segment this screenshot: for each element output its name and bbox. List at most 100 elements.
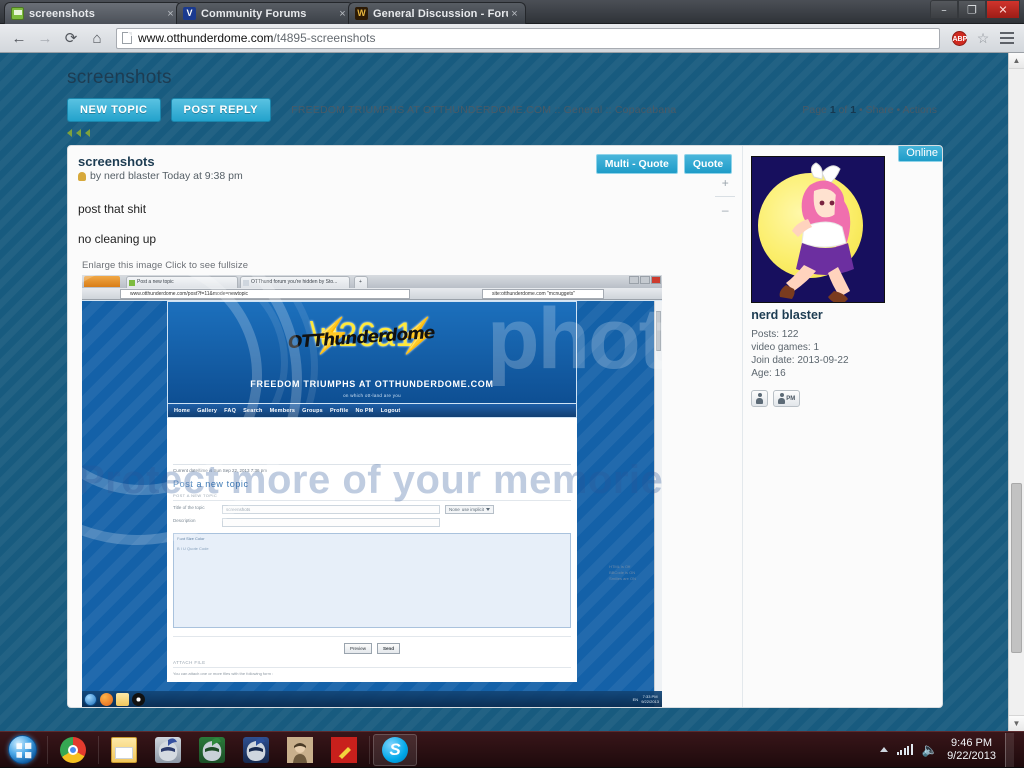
zoom-in-icon[interactable]: +	[712, 176, 738, 190]
inner-nav-logout: Logout	[380, 407, 401, 414]
tab-community-forums[interactable]: V Community Forums ×	[176, 2, 354, 24]
jump-arrows[interactable]	[63, 123, 947, 141]
avatar[interactable]	[751, 156, 886, 303]
inner-explorer-icon	[116, 692, 129, 706]
network-signal-icon[interactable]	[896, 744, 913, 755]
inner-nav-profile: Profile	[329, 407, 349, 414]
arrow-icon	[76, 129, 81, 137]
taskbar-item-game5[interactable]	[322, 733, 366, 767]
profile-buttons: PM	[751, 390, 934, 407]
chrome-browser-window: screenshots × V Community Forums × W Gen…	[0, 0, 1024, 731]
inner-tray-clock: 7:33 PM 9/22/2013	[641, 694, 659, 704]
windows-taskbar: S 🔈 9:46 PM 9/22/2013	[0, 731, 1024, 767]
skype-icon: S	[382, 736, 408, 763]
page-scrollbar[interactable]: ▲ ▼	[1008, 53, 1024, 731]
taskbar-item-game3[interactable]	[234, 733, 278, 767]
page-suffix[interactable]: • Share • Actions	[856, 104, 937, 116]
post-meta: by nerd blaster Today at 9:38 pm	[78, 170, 243, 182]
taskbar-clock[interactable]: 9:46 PM 9/22/2013	[947, 737, 996, 763]
zoom-out-icon[interactable]: –	[712, 203, 738, 217]
tab-general-discussion[interactable]: W General Discussion - Forum ×	[348, 2, 526, 24]
tab-screenshots[interactable]: screenshots ×	[4, 2, 182, 24]
post-subject: screenshots	[78, 154, 155, 169]
quote-button[interactable]: Quote	[683, 154, 733, 174]
inner-nav-members: Members	[269, 407, 296, 414]
window-maximize-button[interactable]: ❐	[958, 0, 986, 19]
helmet-glyph-icon	[246, 737, 266, 761]
inner-banner-subtitle: on which ott-land are you	[343, 393, 401, 398]
image-zoom-controls[interactable]: + –	[712, 176, 738, 217]
inner-nav-search: Search	[243, 407, 263, 414]
post-reply-button[interactable]: POST REPLY	[170, 98, 272, 122]
inner-tab-favicon-icon	[129, 279, 135, 286]
adblock-button[interactable]: ABP	[948, 27, 970, 49]
inner-message-editor: Font Size Color B I U Quote Code HTML is…	[173, 533, 636, 628]
system-tray: 🔈 9:46 PM 9/22/2013	[879, 732, 1024, 767]
post-line: post that shit	[78, 202, 147, 216]
taskbar-item-chrome[interactable]	[51, 733, 95, 767]
back-button[interactable]: ←	[6, 26, 32, 50]
inner-field-label: Description	[173, 518, 196, 523]
inner-field-row-description: Description	[173, 518, 571, 527]
bookmark-button[interactable]: ☆	[972, 27, 994, 49]
inner-tray-lang: EN	[632, 696, 639, 702]
window-close-button[interactable]: ✕	[986, 0, 1020, 19]
helmet-glyph-icon	[202, 737, 222, 761]
inner-restore-icon	[640, 276, 650, 284]
taskbar-item-skype[interactable]: S	[373, 733, 417, 766]
chevron-down-icon	[486, 508, 491, 511]
chrome-menu-button[interactable]	[996, 27, 1018, 49]
start-button[interactable]	[0, 734, 44, 766]
volume-icon[interactable]: 🔈	[922, 742, 938, 758]
inner-nav-home: Home	[174, 407, 191, 414]
inner-nav-faq: FAQ	[224, 407, 237, 414]
inner-search-bar: site:otthunderdome.com "mcnuggets"	[482, 289, 604, 299]
star-icon: ☆	[976, 29, 990, 46]
reload-button[interactable]: ⟳	[58, 26, 84, 50]
inner-submit-row: Preview Send	[173, 636, 571, 654]
arrow-icon	[67, 129, 72, 137]
scroll-down-arrow-icon[interactable]: ▼	[1009, 715, 1024, 731]
view-profile-button[interactable]	[751, 390, 769, 407]
window-minimize-button[interactable]: –	[930, 0, 958, 19]
reload-icon: ⟳	[64, 30, 78, 47]
forum-action-bar: NEW TOPIC POST REPLY FREEDOM TRIUMPHS AT…	[63, 97, 947, 123]
tab-close-icon[interactable]: ×	[508, 8, 521, 20]
send-pm-button[interactable]: PM	[773, 390, 801, 407]
inner-site-nav: Home Gallery FAQ Search Members Groups P…	[167, 404, 577, 418]
profile-join-date: Join date: 2013-09-22	[751, 355, 849, 366]
image-enlarge-caption[interactable]: Enlarge this image Click to see fullsize	[78, 254, 732, 275]
tab-strip: screenshots × V Community Forums × W Gen…	[0, 0, 1024, 24]
inner-smilies-state: Smilies are ON	[609, 576, 636, 581]
taskbar-item-game4[interactable]	[278, 733, 322, 767]
profile-posts: Posts: 122	[751, 329, 799, 340]
restore-icon: ❐	[967, 3, 977, 16]
multi-quote-button[interactable]: Multi - Quote	[595, 154, 678, 174]
show-desktop-button[interactable]	[1005, 732, 1014, 767]
inner-title-input: screenshots	[222, 505, 440, 514]
inner-datetime: Current date/time is Sun Sep 22, 2013 7:…	[173, 464, 571, 473]
home-button[interactable]: ⌂	[84, 26, 110, 50]
windows-start-orb-icon	[7, 735, 37, 764]
profile-username[interactable]: nerd blaster	[751, 308, 934, 322]
page-title: screenshots	[67, 67, 172, 88]
speech-bubble-favicon-icon	[11, 7, 24, 20]
address-bar[interactable]: www.otthunderdome.com /t4895-screenshots	[116, 27, 940, 49]
taskbar-item-game2[interactable]	[190, 733, 234, 767]
taskbar-item-game1[interactable]	[146, 733, 190, 767]
new-topic-button[interactable]: NEW TOPIC	[67, 98, 161, 122]
page-info: Page 1 of 1 • Share • Actions	[802, 104, 943, 116]
blue-helmet-icon	[243, 736, 269, 763]
inner-nav-groups: Groups	[302, 407, 323, 414]
inner-start-orb-icon	[84, 692, 97, 706]
breadcrumb[interactable]: FREEDOM TRIUMPHS AT OTTHUNDERDOME.COM ::…	[291, 104, 676, 116]
forward-button[interactable]: →	[32, 26, 58, 50]
scrollbar-thumb[interactable]	[1011, 483, 1022, 653]
show-hidden-icons-icon[interactable]	[879, 747, 888, 752]
embedded-screenshot-image[interactable]: Post a new topic OTThund forum you're hi…	[82, 275, 662, 707]
person-icon	[756, 393, 764, 404]
v-favicon-icon: V	[183, 7, 196, 20]
taskbar-item-explorer[interactable]	[102, 733, 146, 767]
scroll-up-arrow-icon[interactable]: ▲	[1009, 53, 1024, 69]
post-body: post that shit no cleaning up	[78, 182, 732, 254]
